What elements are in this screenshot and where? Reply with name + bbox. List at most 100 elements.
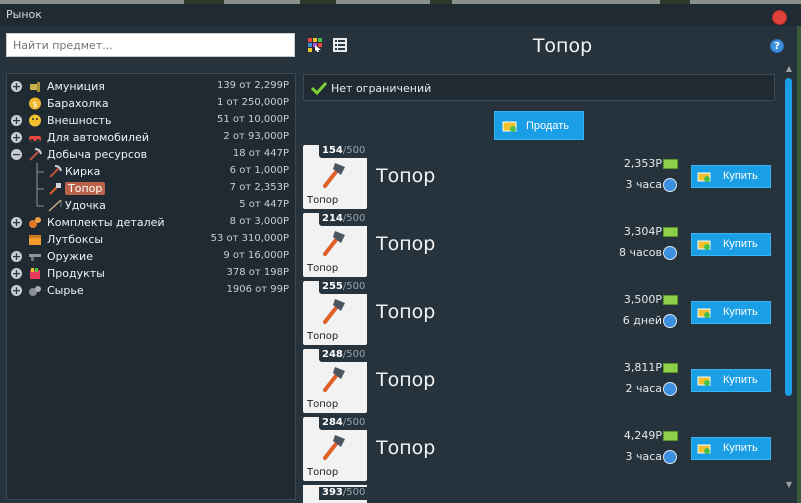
category-item[interactable]: Топор 7 от 2,353Р (7, 180, 295, 197)
thumbnail-label: Топор (307, 467, 339, 478)
category-label: Топор (65, 182, 106, 195)
listing-row: 154/500 Топор Топор 2,353Р 3 часа Купить (303, 145, 775, 209)
price: 3,500Р (623, 293, 662, 306)
close-button[interactable] (772, 10, 787, 25)
box-icon (29, 235, 41, 245)
face-icon (29, 114, 41, 127)
category-item[interactable]: $ Барахолка 1 от 250,000Р (7, 95, 295, 112)
category-item[interactable]: + Внешность 51 от 10,000Р (7, 112, 295, 129)
category-item[interactable]: − Добыча ресурсов 18 от 447Р (7, 146, 295, 163)
axe-icon (323, 163, 345, 188)
listing-thumbnail[interactable]: 255/500 Топор (303, 281, 369, 345)
category-item[interactable]: Удочка 5 от 447Р (7, 197, 295, 214)
category-label: Сырье (47, 284, 84, 297)
clock-icon (663, 314, 677, 328)
price: 3,304Р (623, 225, 662, 238)
item-name: Топор (376, 233, 436, 255)
quantity-badge: 154/500 (319, 145, 369, 158)
category-count: 51 от 10,000Р (216, 114, 289, 125)
listing-thumbnail[interactable]: 214/500 Топор (303, 213, 369, 277)
search-input[interactable] (6, 33, 295, 57)
help-button[interactable]: ? (770, 39, 784, 53)
listing-thumbnail[interactable]: 154/500 Топор (303, 145, 369, 209)
svg-text:$: $ (32, 100, 37, 109)
duration: 3 часа (625, 178, 662, 191)
expand-icon[interactable]: + (11, 115, 22, 126)
axe-icon (49, 183, 61, 195)
quantity-badge: 214/500 (319, 213, 369, 226)
category-item[interactable]: + Комплекты деталей 8 от 3,000Р (7, 214, 295, 231)
buy-icon (697, 240, 711, 250)
car-icon (29, 136, 41, 143)
expand-icon[interactable]: + (11, 81, 22, 92)
expand-icon[interactable]: + (11, 268, 22, 279)
tree-branch-icon (36, 197, 44, 207)
buy-button[interactable]: Купить (691, 165, 771, 188)
market-window: Рынок Топор ? + Амуниция 139 от 2,299Р $ Бар… (0, 0, 801, 503)
sell-button[interactable]: Продать (494, 111, 584, 140)
money-icon (663, 159, 678, 169)
expand-icon[interactable]: + (11, 285, 22, 296)
category-item[interactable]: + Для автомобилей 2 от 93,000Р (7, 129, 295, 146)
category-item[interactable]: + Амуниция 139 от 2,299Р (7, 78, 295, 95)
check-icon (311, 81, 327, 95)
listing-row: 284/500 Топор Топор 4,249Р 3 часа Купить (303, 417, 775, 481)
buy-button[interactable]: Купить (691, 369, 771, 392)
sell-icon (502, 121, 517, 132)
category-item[interactable]: + Продукты 378 от 198Р (7, 265, 295, 282)
gun-icon (29, 254, 41, 261)
quantity-badge: 255/500 (319, 281, 369, 294)
expand-icon[interactable]: + (11, 251, 22, 262)
buy-icon (697, 172, 711, 182)
sell-button-label: Продать (526, 120, 569, 132)
price: 2,353Р (623, 157, 662, 170)
money-icon (663, 295, 678, 305)
scroll-down-icon[interactable]: ▼ (784, 480, 794, 490)
buy-button[interactable]: Купить (691, 233, 771, 256)
listing-thumbnail[interactable]: 248/500 Топор (303, 349, 369, 413)
axe-icon (323, 299, 345, 324)
category-count: 6 от 1,000Р (229, 165, 289, 176)
category-count: 378 от 198Р (226, 267, 289, 278)
clock-icon (663, 382, 677, 396)
item-name: Топор (376, 165, 436, 187)
expand-icon[interactable]: + (11, 217, 22, 228)
axe-icon (323, 435, 345, 460)
category-count: 8 от 3,000Р (229, 216, 289, 227)
category-label: Барахолка (47, 97, 109, 110)
listing-row: 248/500 Топор Топор 3,811Р 2 часа Купить (303, 349, 775, 413)
filter-bar[interactable]: Нет ограничений (303, 74, 775, 101)
category-item[interactable]: Лутбоксы 53 от 310,000Р (7, 231, 295, 248)
category-item[interactable]: + Сырье 1906 от 99Р (7, 282, 295, 299)
buy-button[interactable]: Купить (691, 301, 771, 324)
category-item[interactable]: + Оружие 9 от 16,000Р (7, 248, 295, 265)
category-count: 139 от 2,299Р (216, 80, 289, 91)
thumbnail-label: Топор (307, 263, 339, 274)
scrollbar-thumb[interactable] (785, 78, 792, 396)
thumbnail-label: Топор (307, 331, 339, 342)
item-name: Топор (376, 437, 436, 459)
category-count: 9 от 16,000Р (223, 250, 289, 261)
list-view-icon[interactable] (333, 38, 347, 52)
listing-thumbnail[interactable]: 284/500 Топор (303, 417, 369, 481)
collapse-icon[interactable]: − (11, 149, 22, 160)
fishing-rod-icon (48, 199, 62, 212)
listing-row: 255/500 Топор Топор 3,500Р 6 дней Купить (303, 281, 775, 345)
buy-icon (697, 376, 711, 386)
buy-button-label: Купить (723, 306, 758, 318)
buy-button[interactable]: Купить (691, 437, 771, 460)
window-title: Рынок (6, 8, 42, 21)
buy-icon (697, 308, 711, 318)
category-count: 7 от 2,353Р (229, 182, 289, 193)
category-label: Продукты (47, 267, 105, 280)
scroll-up-icon[interactable]: ▲ (784, 64, 794, 74)
listing-row: 214/500 Топор Топор 3,304Р 8 часов Купить (303, 213, 775, 277)
grid-view-icon[interactable] (308, 38, 322, 52)
expand-icon[interactable]: + (11, 132, 22, 143)
clock-icon (663, 450, 677, 464)
category-item[interactable]: Кирка 6 от 1,000Р (7, 163, 295, 180)
pickaxe-icon (49, 165, 62, 178)
right-edge (797, 26, 801, 503)
duration: 2 часа (625, 382, 662, 395)
duration: 3 часа (625, 450, 662, 463)
